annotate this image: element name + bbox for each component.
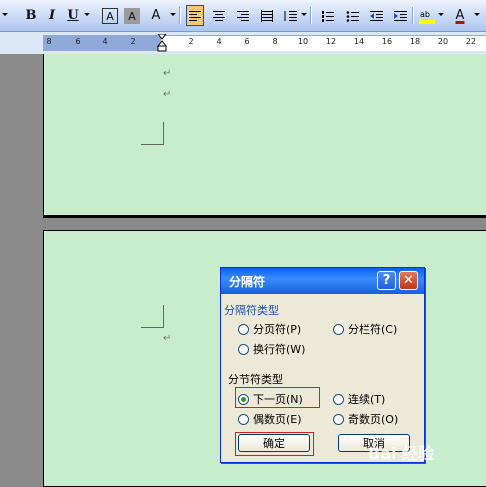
ruler-number: 8 — [46, 37, 52, 46]
bullet-list-icon — [346, 10, 359, 22]
char-border-button[interactable]: A — [102, 8, 118, 24]
ruler-number: 14 — [353, 37, 365, 46]
chevron-down-icon[interactable] — [438, 13, 444, 16]
font-color-button[interactable]: A — [451, 5, 469, 26]
odd-page-radio[interactable]: 奇数页(O) — [333, 411, 398, 427]
dialog-titlebar[interactable]: 分隔符 ? ✕ — [221, 268, 424, 294]
bullets-button[interactable] — [343, 5, 361, 26]
ruler-number: 22 — [465, 37, 477, 46]
ruler-number: 8 — [272, 37, 278, 46]
radio-label: 换行符(W) — [253, 343, 306, 356]
radio-circle — [333, 323, 344, 335]
radio-label: 连续(T) — [348, 393, 386, 406]
radio-label: 分页符(P) — [253, 323, 302, 336]
next-page-radio[interactable]: 下一页(N) — [238, 391, 303, 407]
text-wrap-break-radio[interactable]: 换行符(W) — [238, 341, 305, 357]
document-gutter — [0, 54, 43, 487]
chevron-down-icon[interactable] — [84, 13, 90, 16]
ruler-number: 10 — [297, 37, 309, 46]
ruler-number: 2 — [188, 37, 194, 46]
align-right-button[interactable] — [234, 5, 252, 26]
align-right-icon — [237, 10, 249, 21]
radio-circle — [238, 413, 249, 425]
section-types-group-label: 分节符类型 — [228, 373, 283, 386]
align-center-button[interactable] — [210, 5, 228, 26]
paragraph-mark: ↵ — [163, 68, 172, 79]
continuous-radio[interactable]: 连续(T) — [333, 391, 385, 407]
align-left-icon — [189, 10, 201, 21]
highlight-button[interactable]: ab — [418, 5, 436, 26]
highlighter-icon: ab — [419, 10, 435, 24]
ruler-number: 2 — [130, 37, 136, 46]
chevron-down-icon[interactable] — [2, 13, 8, 16]
radio-circle — [333, 393, 344, 405]
radio-label: 偶数页(E) — [253, 413, 302, 426]
text-effect-button[interactable]: A — [147, 5, 165, 26]
dialog-title: 分隔符 — [229, 275, 266, 289]
radio-label: 奇数页(O) — [348, 413, 399, 426]
column-break-radio[interactable]: 分栏符(C) — [333, 321, 397, 337]
radio-circle — [238, 343, 249, 355]
paragraph-mark: ↵ — [163, 89, 172, 100]
bold-button[interactable]: B — [22, 5, 40, 26]
chevron-down-icon[interactable] — [301, 13, 307, 16]
italic-button[interactable]: I — [43, 5, 61, 26]
radio-label: 下一页(N) — [253, 393, 303, 406]
ruler-number: 6 — [75, 37, 81, 46]
margin-corner-mark — [141, 122, 164, 145]
break-types-group-label: 分隔符类型 — [224, 304, 279, 317]
numbered-list-icon — [321, 10, 334, 22]
align-left-button[interactable] — [186, 5, 204, 26]
numbering-button[interactable] — [318, 5, 336, 26]
ruler-number: 16 — [381, 37, 393, 46]
svg-text:ab: ab — [420, 10, 430, 19]
document-page[interactable]: ↵ ↵ — [43, 54, 486, 218]
ok-button[interactable]: 确定 — [238, 434, 310, 452]
chevron-down-icon[interactable] — [170, 13, 176, 16]
break-dialog: 分隔符 ? ✕ 分隔符类型 分页符(P) 分栏符(C) 换行符(W) 分节符类型… — [220, 267, 425, 463]
horizontal-ruler[interactable]: 8 6 4 2 2 4 6 8 10 12 14 16 18 20 22 — [43, 34, 486, 52]
distributed-align-icon — [261, 9, 273, 22]
page-break-radio[interactable]: 分页符(P) — [238, 321, 301, 337]
indent-marker-icon[interactable] — [157, 34, 167, 52]
decrease-indent-button[interactable] — [367, 5, 385, 26]
increase-indent-icon — [393, 10, 407, 21]
radio-label: 分栏符(C) — [348, 323, 398, 336]
help-button[interactable]: ? — [377, 271, 396, 290]
watermark: Bai 经验 — [368, 444, 435, 463]
paragraph-mark: ↵ — [163, 333, 172, 344]
ruler-number: 12 — [325, 37, 337, 46]
chevron-down-icon[interactable] — [474, 13, 480, 16]
ruler-number: 4 — [216, 37, 222, 46]
decrease-indent-icon — [369, 10, 383, 21]
margin-corner-mark — [141, 305, 164, 328]
ruler-number: 4 — [102, 37, 108, 46]
close-button[interactable]: ✕ — [399, 271, 418, 290]
line-spacing-button[interactable] — [281, 5, 299, 26]
underline-button[interactable]: U — [64, 5, 82, 26]
toolbar-separator — [310, 7, 312, 24]
align-center-icon — [213, 10, 225, 21]
distributed-align-button[interactable] — [258, 5, 276, 26]
char-shading-button[interactable]: A — [124, 8, 140, 24]
formatting-toolbar: B I U A A A ab A — [0, 0, 486, 32]
toolbar-separator — [179, 7, 181, 24]
radio-circle — [238, 323, 249, 335]
toolbar-separator — [412, 7, 414, 24]
ruler-number: 20 — [437, 37, 449, 46]
ruler-number: 6 — [244, 37, 250, 46]
line-spacing-icon — [284, 10, 297, 21]
radio-circle — [333, 413, 344, 425]
even-page-radio[interactable]: 偶数页(E) — [238, 411, 302, 427]
increase-indent-button[interactable] — [391, 5, 409, 26]
ruler-number: 18 — [409, 37, 421, 46]
radio-circle-selected — [238, 393, 249, 405]
